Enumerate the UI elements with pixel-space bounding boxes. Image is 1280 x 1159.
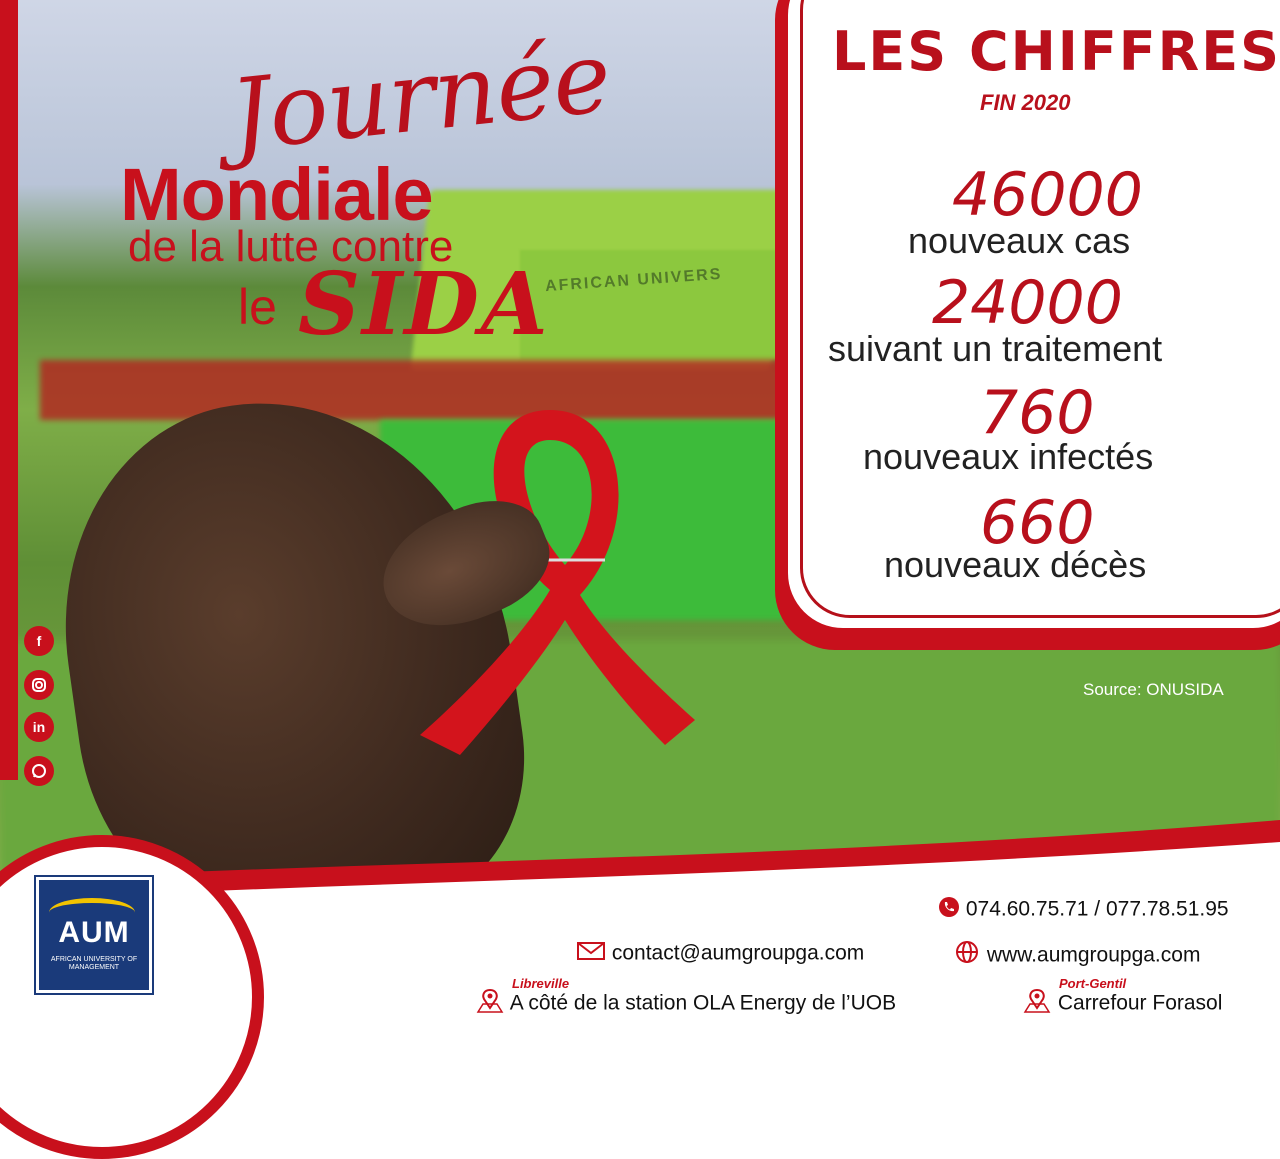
title-sida: SIDA	[298, 254, 550, 355]
left-red-bar	[0, 0, 18, 780]
stat-label: nouveaux cas	[908, 220, 1131, 261]
source-note: Source: ONUSIDA	[1083, 680, 1224, 699]
aum-logo: AUM AFRICAN UNIVERSITY OF MANAGEMENT	[36, 877, 152, 993]
figures-heading: LES CHIFFRES*	[832, 20, 1280, 83]
event-title: Journée Mondiale de la lutte contre le S…	[120, 20, 615, 370]
phone-icon	[938, 896, 960, 924]
stat-label: suivant un traitement	[828, 328, 1163, 369]
whatsapp-icon[interactable]	[24, 756, 54, 786]
logo-acronym: AUM	[58, 916, 130, 949]
email-line: contact@aumgroupga.com	[576, 940, 864, 968]
instagram-icon[interactable]	[24, 670, 54, 700]
website-line: www.aumgroupga.com	[955, 940, 1200, 972]
website-link[interactable]: www.aumgroupga.com	[987, 944, 1201, 967]
location-line: Carrefour Forasol	[1022, 988, 1222, 1020]
title-le: le	[238, 279, 277, 335]
location-address: Carrefour Forasol	[1057, 991, 1223, 1015]
facebook-icon[interactable]: f	[24, 626, 54, 656]
linkedin-icon[interactable]: in	[24, 712, 54, 742]
phone-line: 074.60.75.71 / 077.78.51.95	[938, 896, 1229, 924]
location-pin-icon	[1022, 988, 1052, 1020]
stat-label: nouveaux infectés	[863, 436, 1154, 477]
phone-numbers[interactable]: 074.60.75.71 / 077.78.51.95	[966, 898, 1229, 921]
logo-fullname: AFRICAN UNIVERSITY OF MANAGEMENT	[50, 956, 138, 971]
figures-subheading: FIN 2020	[980, 90, 1071, 115]
stat-label: nouveaux décès	[884, 544, 1147, 585]
title-journee: Journée	[225, 20, 616, 174]
email-link[interactable]: contact@aumgroupga.com	[612, 942, 864, 965]
location-line: A côté de la station OLA Energy de l’UOB	[475, 988, 896, 1020]
location-address: A côté de la station OLA Energy de l’UOB	[509, 991, 897, 1015]
globe-icon	[955, 940, 981, 972]
location-pin-icon	[475, 988, 505, 1020]
mail-icon	[576, 940, 606, 968]
